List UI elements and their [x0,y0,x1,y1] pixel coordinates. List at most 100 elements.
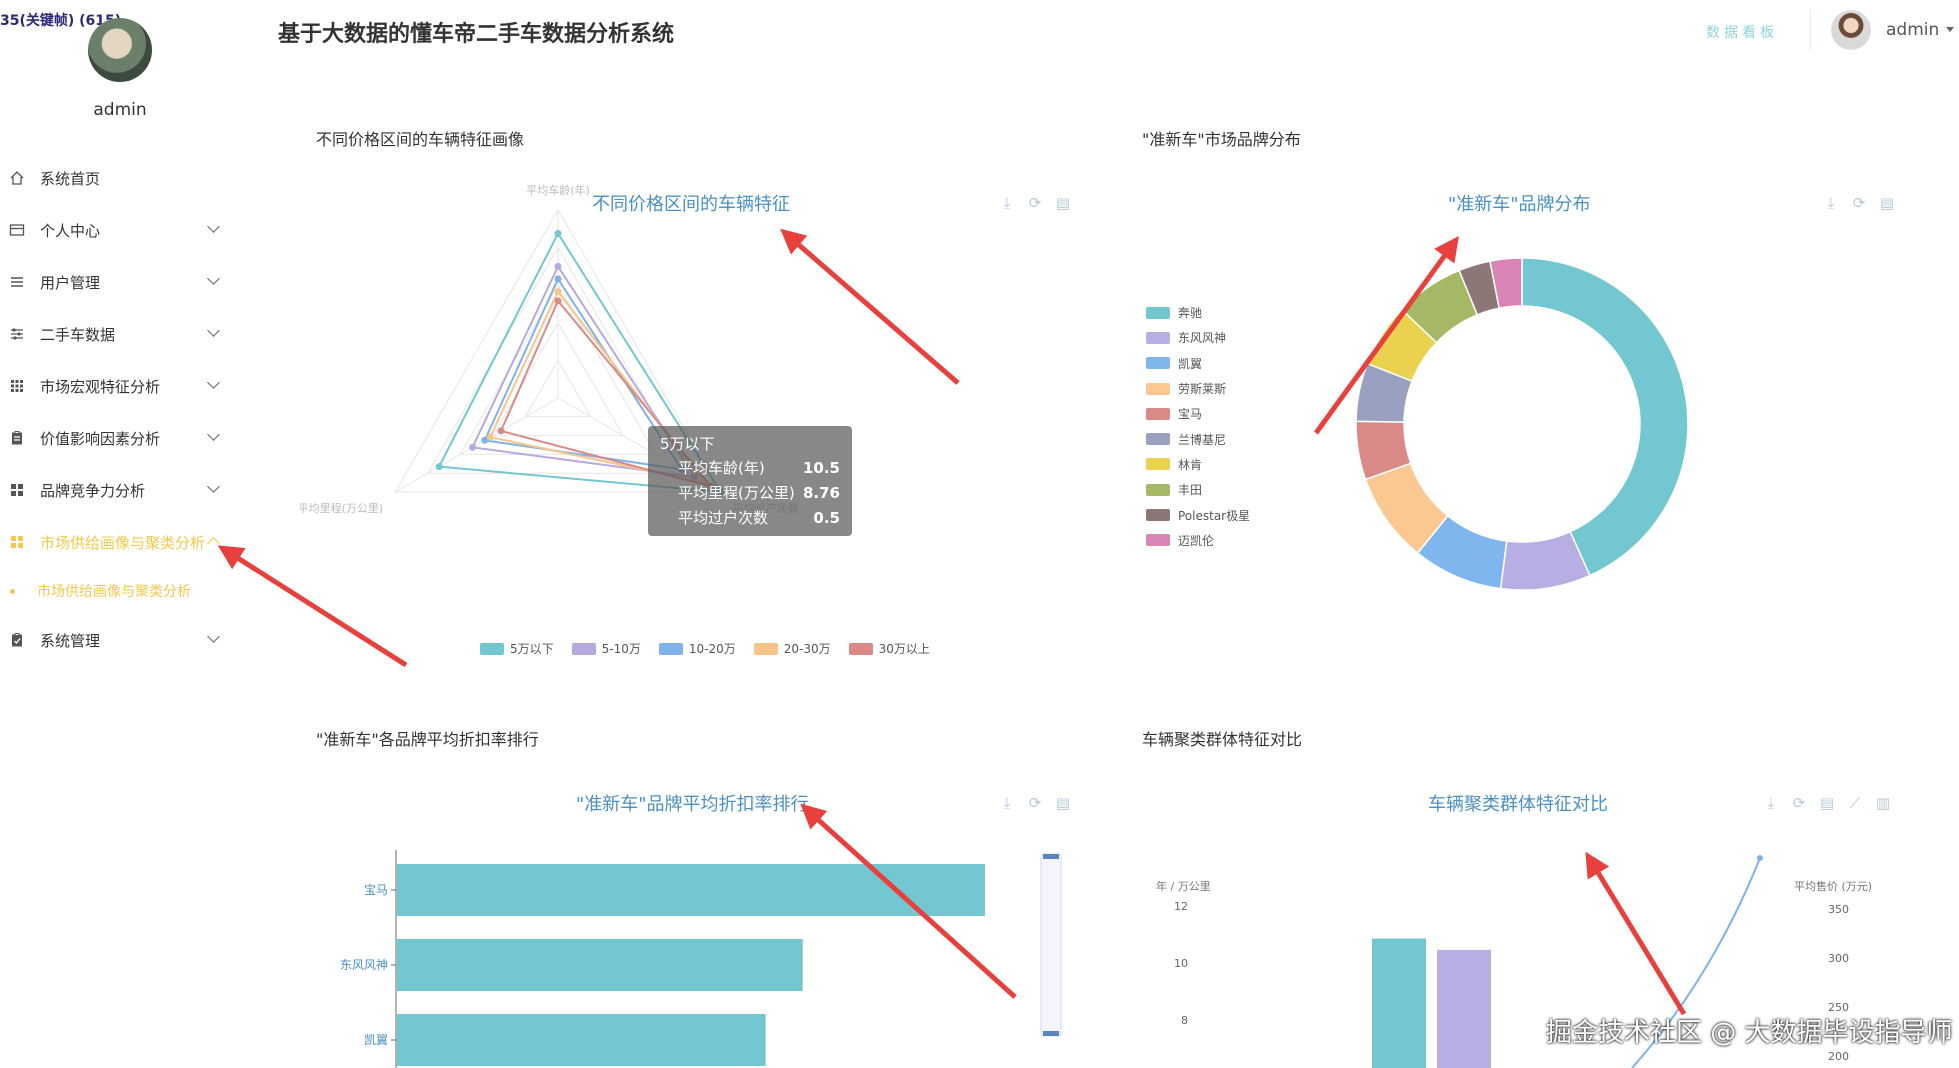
legend-label: 丰田 [1178,483,1203,498]
legend-item[interactable]: 劳斯莱斯 [1146,376,1250,401]
tooltip-value: 10.5 [802,459,840,477]
chevron-up-icon [207,537,220,550]
legend-swatch [753,642,778,655]
radar-tooltip: 5万以下 平均车龄(年) 10.5 平均里程(万公里) 8.76 平均过户次数 0.5 [648,426,852,536]
tooltip-value: 8.76 [802,484,840,502]
chevron-down-icon [207,376,220,389]
legend-swatch [1146,382,1170,395]
sidebar-item-profile[interactable]: 个人中心 [0,204,240,256]
home-icon [8,169,26,187]
tooltip-row: 平均过户次数 0.5 [660,506,840,531]
legend-item[interactable]: 东风风神 [1146,325,1250,350]
y-right-tick-label: 200 [1828,1050,1849,1063]
legend-swatch [1146,534,1170,547]
y-left-axis-title: 年 / 万公里 [1156,879,1211,893]
radar-point [554,287,562,295]
legend-swatch [658,642,683,655]
radar-point [486,433,494,441]
radar-section-title: 不同价格区间的车辆特征画像 [316,130,525,149]
sidebar-item-supply[interactable]: 市场供给画像与聚类分析 [0,516,240,568]
legend-label: 20-30万 [783,642,831,656]
submenu-item-label: 市场供给画像与聚类分析 [37,584,191,600]
sidebar-item-system[interactable]: 系统管理 [0,614,240,666]
legend-item[interactable]: Polestar极星 [1146,502,1250,527]
sidebar-item-macro[interactable]: 市场宏观特征分析 [0,360,240,412]
radar-axis-line [394,397,559,493]
legend-item[interactable]: 兰博基尼 [1146,426,1250,451]
pie-slice [1521,257,1689,577]
legend-item[interactable]: 5-10万 [571,640,641,657]
legend-label: 5万以下 [510,642,554,656]
radar-point [469,443,477,451]
radar-indicator-label: 平均车龄(年) [526,183,590,197]
legend-item[interactable]: 20-30万 [753,640,831,657]
bar-chart[interactable]: 宝马东风风神凯翼 [300,768,1100,1068]
legend-item[interactable]: 凯翼 [1146,351,1250,376]
legend-swatch [1146,483,1170,496]
cluster-bar [1372,938,1426,1068]
legend-item[interactable]: 5万以下 [480,640,554,657]
legend-swatch [1146,458,1170,471]
legend-label: 5-10万 [601,642,641,656]
cluster-line-point [1757,855,1763,861]
sidebar-avatar[interactable] [88,18,152,82]
header-avatar[interactable] [1831,10,1871,50]
grid-icon [8,377,26,395]
sidebar-item-car-data[interactable]: 二手车数据 [0,308,240,360]
legend-label: 奔驰 [1178,306,1203,321]
legend-item[interactable]: 30万以上 [848,640,930,657]
legend-swatch [1146,407,1170,420]
legend-label: 30万以上 [878,642,930,656]
legend-label: 东风风神 [1178,331,1227,346]
legend-item[interactable]: 丰田 [1146,477,1250,502]
radar-point [554,262,562,270]
y-right-tick-label: 350 [1828,903,1849,916]
legend-swatch [1146,357,1170,370]
legend-label: 兰博基尼 [1178,432,1227,447]
sidebar-item-users[interactable]: 用户管理 [0,256,240,308]
sidebar-item-label: 系统管理 [40,631,101,650]
legend-label: 10-20万 [688,642,736,656]
sliders-icon [8,325,26,343]
radar-point [554,230,562,237]
legend-item[interactable]: 林肯 [1146,452,1250,477]
sidebar-item-value[interactable]: 价值影响因素分析 [0,412,240,464]
chevron-down-icon [207,220,220,233]
y-left-tick-label: 12 [1174,900,1188,913]
apps-icon [8,481,26,499]
watermark: 掘金技术社区 @ 大数据毕设指导师 [1546,1018,1953,1048]
clipboard-check-icon [8,631,26,649]
radar-point [554,297,562,305]
bar-panel: "准新车"品牌平均折扣率排行 ⤓ ⟳ ▤ 宝马 东风风神 凯翼 [300,768,1100,1068]
bar-category-label: 东风风神 [340,958,388,972]
tooltip-row: 平均车龄(年) 10.5 [660,456,840,481]
legend-label: Polestar极星 [1178,508,1251,523]
sidebar-item-label: 价值影响因素分析 [40,429,161,448]
legend-item[interactable]: 奔驰 [1146,300,1250,325]
y-left-tick-label: 8 [1181,1014,1188,1027]
legend-item[interactable]: 10-20万 [658,640,736,657]
chevron-down-icon [207,480,220,493]
y-left-tick-label: 10 [1174,957,1188,970]
sidebar-item-label: 品牌竞争力分析 [40,481,146,500]
apps-icon [8,533,26,551]
sidebar-item-label: 市场供给画像与聚类分析 [40,533,206,552]
sidebar-item-label: 系统首页 [40,169,101,188]
legend-item[interactable]: 迈凯伦 [1146,528,1250,553]
legend-item[interactable]: 宝马 [1146,401,1250,426]
submenu-item-supply[interactable]: 市场供给画像与聚类分析 [0,568,240,614]
header-username[interactable]: admin [1886,20,1939,40]
tooltip-value: 0.5 [813,509,840,527]
card-icon [8,221,26,239]
sidebar-item-label: 二手车数据 [40,325,116,344]
header-divider [1810,10,1811,50]
dashboard-link[interactable]: 数据看板 [1706,22,1778,42]
legend-label: 劳斯莱斯 [1178,382,1227,397]
sidebar-item-brand[interactable]: 品牌竞争力分析 [0,464,240,516]
radar-point [435,463,443,471]
caret-down-icon[interactable] [1946,27,1954,32]
legend-swatch [1146,331,1170,344]
legend-label: 迈凯伦 [1178,533,1215,548]
tooltip-label: 平均里程(万公里) [678,484,795,502]
sidebar-item-home[interactable]: 系统首页 [0,152,240,204]
